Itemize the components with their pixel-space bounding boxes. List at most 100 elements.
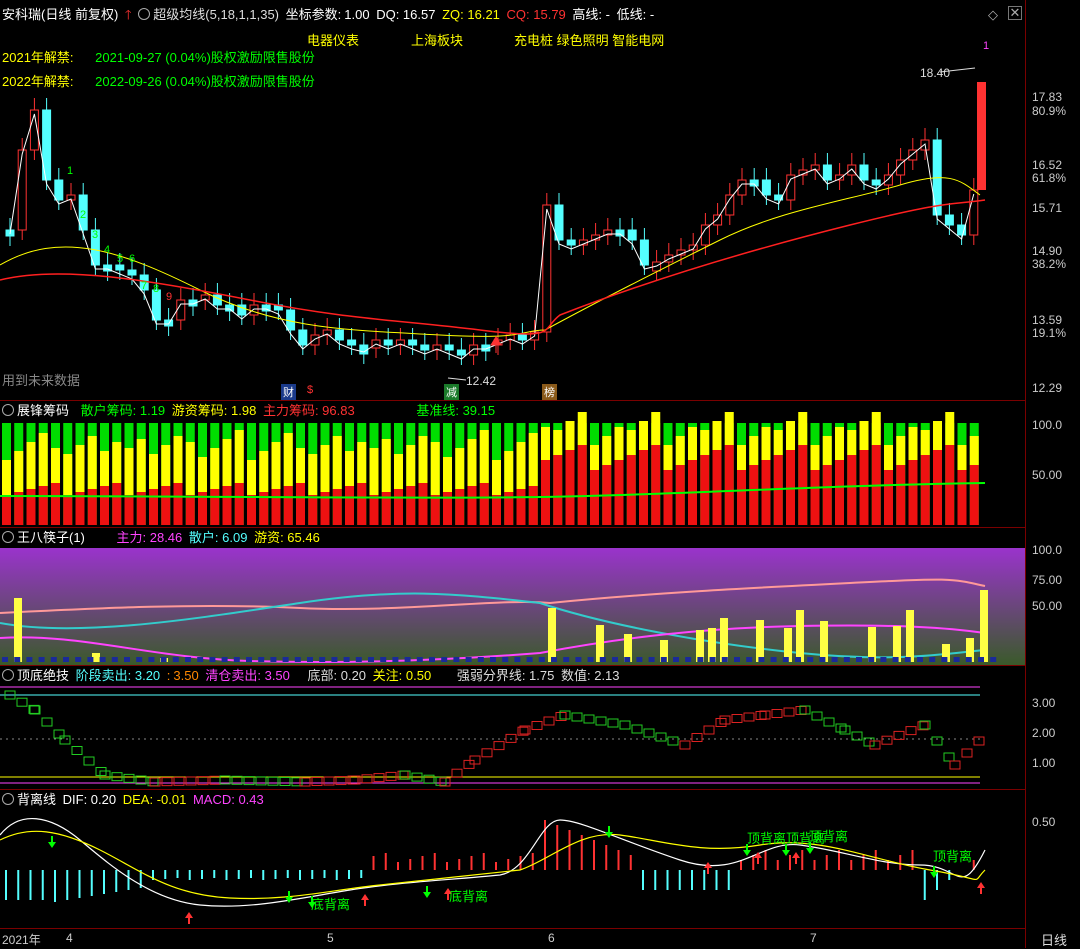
number-value: 数值: 2.13 [560, 668, 620, 683]
step-box [679, 740, 691, 750]
step-box [267, 776, 279, 786]
chip-bar-yellow [504, 451, 514, 492]
step-box [173, 776, 185, 786]
topbottom-name[interactable]: 顶底绝技 [17, 668, 69, 683]
indicator-name[interactable]: 超级均线(5,18,1,1,35) [153, 7, 279, 22]
chip-bar-red [737, 470, 746, 525]
top-divergence-4: 顶背离 [933, 849, 973, 864]
wangba-chart[interactable] [0, 528, 1026, 665]
topbottom-chart[interactable] [0, 666, 1026, 789]
chip-bar-yellow [430, 442, 440, 495]
wb-dot [734, 657, 740, 662]
wb-dot [697, 657, 704, 662]
candle-body [713, 214, 723, 226]
chip-bar-yellow [418, 436, 428, 483]
step-box [655, 732, 667, 742]
chip-bar-red [51, 483, 60, 525]
chip-bar-red [675, 465, 685, 525]
chip-bar-red [761, 460, 771, 525]
panel-diamond-icon[interactable]: ◇ [988, 7, 998, 23]
macd-panel[interactable]: 背离线 DIF: 0.20 DEA: -0.01 MACD: 0.43 底背离 … [0, 790, 1026, 929]
zhuli-chip-value: 主力筹码: 96.83 [262, 403, 355, 418]
baseline-value: 基准线: 39.15 [416, 403, 496, 418]
macd-chart[interactable] [0, 790, 1026, 928]
indicator-settings-icon[interactable] [2, 404, 14, 416]
chip-panel[interactable]: 展锋筹码 散户筹码: 1.19 游资筹码: 1.98 主力筹码: 96.83 基… [0, 401, 1026, 528]
wb-bar [796, 610, 804, 662]
y-label: 80.9% [1032, 104, 1067, 118]
chip-chart[interactable] [0, 401, 1026, 527]
wb-dot [111, 657, 118, 662]
topbottom-header: 顶底绝技 阶段卖出: 3.20 :3.50 清仓卖出: 3.50 底部: 0.2… [2, 668, 623, 684]
step-box [961, 748, 973, 758]
wb-dot [197, 657, 204, 662]
chip-bar-yellow [749, 436, 759, 465]
candle-body [286, 309, 296, 331]
indicator-settings-icon[interactable] [2, 669, 14, 681]
indicator-settings-icon[interactable] [138, 8, 151, 20]
price-panel[interactable]: 安科瑞(日线 前复权) 🡑 超级均线(5,18,1,1,35) 坐标参数: 1.0… [0, 0, 1026, 401]
candle-body [700, 224, 710, 246]
tag-dollar[interactable]: $ [307, 384, 313, 396]
chip-bar-yellow [688, 427, 697, 460]
candle-body [383, 339, 393, 346]
candle-body [749, 179, 759, 187]
wb-dot [807, 657, 814, 662]
chip-name[interactable]: 展锋筹码 [17, 403, 69, 418]
chip-bar-red [455, 489, 465, 525]
wb-dot [538, 657, 545, 662]
step-box [771, 709, 783, 718]
chip-bar-red [847, 455, 857, 525]
y-label: 50.00 [1032, 599, 1063, 613]
wb-dot [75, 657, 82, 662]
chip-bar-red [626, 455, 636, 525]
chip-bar-yellow [541, 427, 550, 460]
strength-line-value: 强弱分界线: 1.75 [456, 668, 555, 683]
chip-bar-yellow [406, 445, 416, 486]
wb-dot [685, 657, 692, 662]
indicator-settings-icon[interactable] [2, 531, 14, 543]
chip-bar-yellow [112, 442, 122, 483]
chip-bar-red [26, 489, 36, 525]
chip-bar-yellow [528, 433, 538, 486]
wb-dot [355, 657, 362, 662]
y-label: 3.00 [1032, 696, 1056, 710]
step-box [71, 746, 83, 755]
candle-body [420, 344, 430, 351]
chip-bar-yellow [51, 448, 60, 483]
chip-bar-red [296, 483, 305, 525]
stock-title[interactable]: 安科瑞(日线 前复权) [2, 7, 118, 22]
chip-bar-red [835, 460, 844, 525]
step-box [667, 736, 679, 746]
tag-jian[interactable]: 减 [444, 384, 459, 400]
seq-2: 2 [80, 209, 87, 221]
wb-sanhu-value: 散户: 6.09 [188, 530, 248, 545]
chip-bar-yellow [75, 445, 85, 492]
chip-header: 展锋筹码 散户筹码: 1.19 游资筹码: 1.98 主力筹码: 96.83 基… [2, 403, 498, 419]
indicator-settings-icon[interactable] [2, 793, 14, 805]
wangba-name[interactable]: 王八筷子(1) [17, 530, 85, 545]
period-button[interactable]: 日线 [1041, 930, 1067, 949]
tag-bang[interactable]: 榜 [542, 384, 557, 400]
wb-dot [307, 657, 313, 662]
candle-body [127, 269, 137, 276]
wb-bar [756, 620, 764, 662]
chip-bar-yellow [63, 454, 73, 495]
step-box [893, 730, 905, 740]
chip-bar-yellow [639, 421, 648, 450]
chip-bar-red [724, 445, 734, 525]
chip-bar-yellow [381, 439, 391, 492]
clear-sell-value: 清仓卖出: 3.50 [205, 668, 290, 683]
topbottom-panel[interactable]: 顶底绝技 阶段卖出: 3.20 :3.50 清仓卖出: 3.50 底部: 0.2… [0, 666, 1026, 790]
ma18-line [0, 177, 981, 337]
candle-body [359, 344, 369, 355]
tag-cai[interactable]: 财 [281, 384, 296, 400]
macd-name[interactable]: 背离线 [17, 792, 56, 807]
wangba-panel[interactable]: 王八筷子(1) 主力: 28.46 散户: 6.09 游资: 65.46 [0, 528, 1026, 666]
step-box [973, 736, 985, 746]
di-value: 低线: - [616, 7, 655, 22]
wb-bar [980, 590, 988, 662]
panel-close-icon[interactable]: ✕ [1008, 6, 1022, 20]
wb-dot [624, 657, 631, 662]
chip-bar-yellow [626, 430, 636, 455]
